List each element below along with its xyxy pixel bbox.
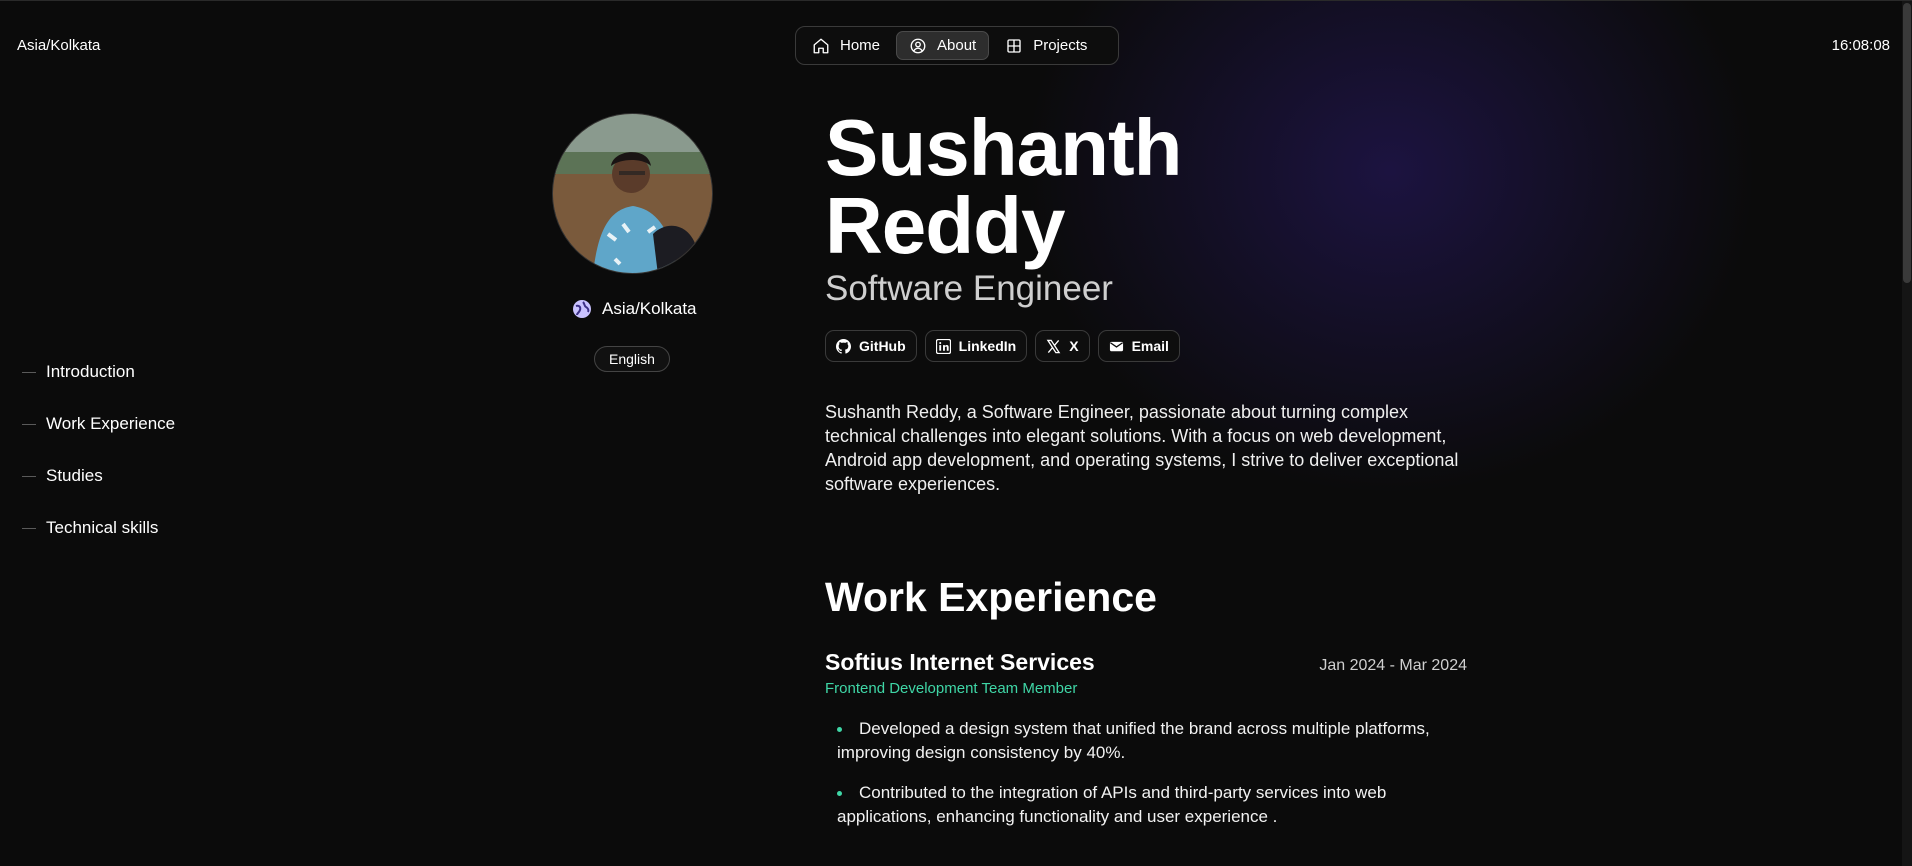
x-label: X	[1069, 338, 1079, 354]
nav-projects-label: Projects	[1033, 37, 1088, 54]
home-icon	[813, 38, 829, 53]
toc-item-technical-skills[interactable]: Technical skills	[22, 502, 175, 554]
x-button[interactable]: X	[1035, 330, 1090, 362]
location: Asia/Kolkata	[572, 299, 697, 319]
timezone-label: Asia/Kolkata	[17, 37, 101, 54]
toc-item-studies[interactable]: Studies	[22, 450, 175, 502]
list-item: Developed a design system that unified t…	[837, 717, 1467, 765]
job-achievements: Developed a design system that unified t…	[825, 717, 1467, 829]
globe-icon	[573, 300, 591, 318]
name-line-2: Reddy	[825, 181, 1066, 270]
linkedin-icon	[935, 338, 951, 354]
language-badge: English	[594, 346, 670, 372]
toc-dash	[22, 371, 36, 373]
page-scrollbar[interactable]	[1902, 1, 1912, 866]
user-circle-icon	[910, 38, 926, 53]
job-header: Softius Internet Services Jan 2024 - Mar…	[825, 649, 1467, 676]
role-subtitle: Software Engineer	[825, 269, 1113, 308]
email-icon	[1109, 341, 1123, 351]
email-label: Email	[1131, 338, 1169, 354]
top-nav: Home About Projects	[795, 26, 1119, 65]
name-line-1: Sushanth	[825, 103, 1182, 192]
table-of-contents: Introduction Work Experience Studies Tec…	[22, 346, 175, 554]
linkedin-button[interactable]: LinkedIn	[924, 330, 1028, 362]
list-item: Contributed to the integration of APIs a…	[837, 781, 1467, 829]
github-label: GitHub	[859, 338, 906, 354]
page-title: Sushanth Reddy	[825, 103, 1467, 270]
intro-paragraph: Sushanth Reddy, a Software Engineer, pas…	[825, 402, 1459, 494]
company-name: Softius Internet Services	[825, 649, 1095, 675]
main-content: Sushanth Reddy Software Engineer GitHub …	[825, 103, 1467, 845]
nav-about-button[interactable]: About	[896, 31, 990, 60]
toc-dash	[22, 527, 36, 529]
linkedin-label: LinkedIn	[958, 338, 1017, 354]
toc-label: Technical skills	[46, 518, 159, 537]
email-button[interactable]: Email	[1097, 330, 1180, 362]
nav-home-label: Home	[840, 37, 881, 54]
github-icon	[836, 338, 851, 354]
job-role: Frontend Development Team Member	[825, 680, 1078, 697]
toc-label: Work Experience	[46, 414, 176, 433]
grid-icon	[1007, 38, 1021, 53]
github-button[interactable]: GitHub	[825, 330, 917, 362]
toc-item-introduction[interactable]: Introduction	[22, 346, 175, 398]
x-icon	[1046, 339, 1061, 353]
toc-dash	[22, 423, 36, 425]
nav-home-button[interactable]: Home	[800, 31, 892, 60]
work-experience-heading: Work Experience	[825, 574, 1157, 620]
nav-projects-button[interactable]: Projects	[993, 31, 1099, 60]
scrollbar-thumb[interactable]	[1903, 3, 1911, 283]
location-text: Asia/Kolkata	[602, 299, 697, 318]
clock: 16:08:08	[1831, 37, 1890, 54]
nav-about-label: About	[937, 37, 977, 54]
toc-label: Introduction	[46, 362, 135, 381]
social-links: GitHub LinkedIn X Email	[825, 330, 1467, 362]
avatar	[552, 113, 713, 274]
toc-dash	[22, 475, 36, 477]
toc-label: Studies	[46, 466, 103, 485]
toc-item-work-experience[interactable]: Work Experience	[22, 398, 175, 450]
job-dates: Jan 2024 - Mar 2024	[1319, 657, 1467, 674]
